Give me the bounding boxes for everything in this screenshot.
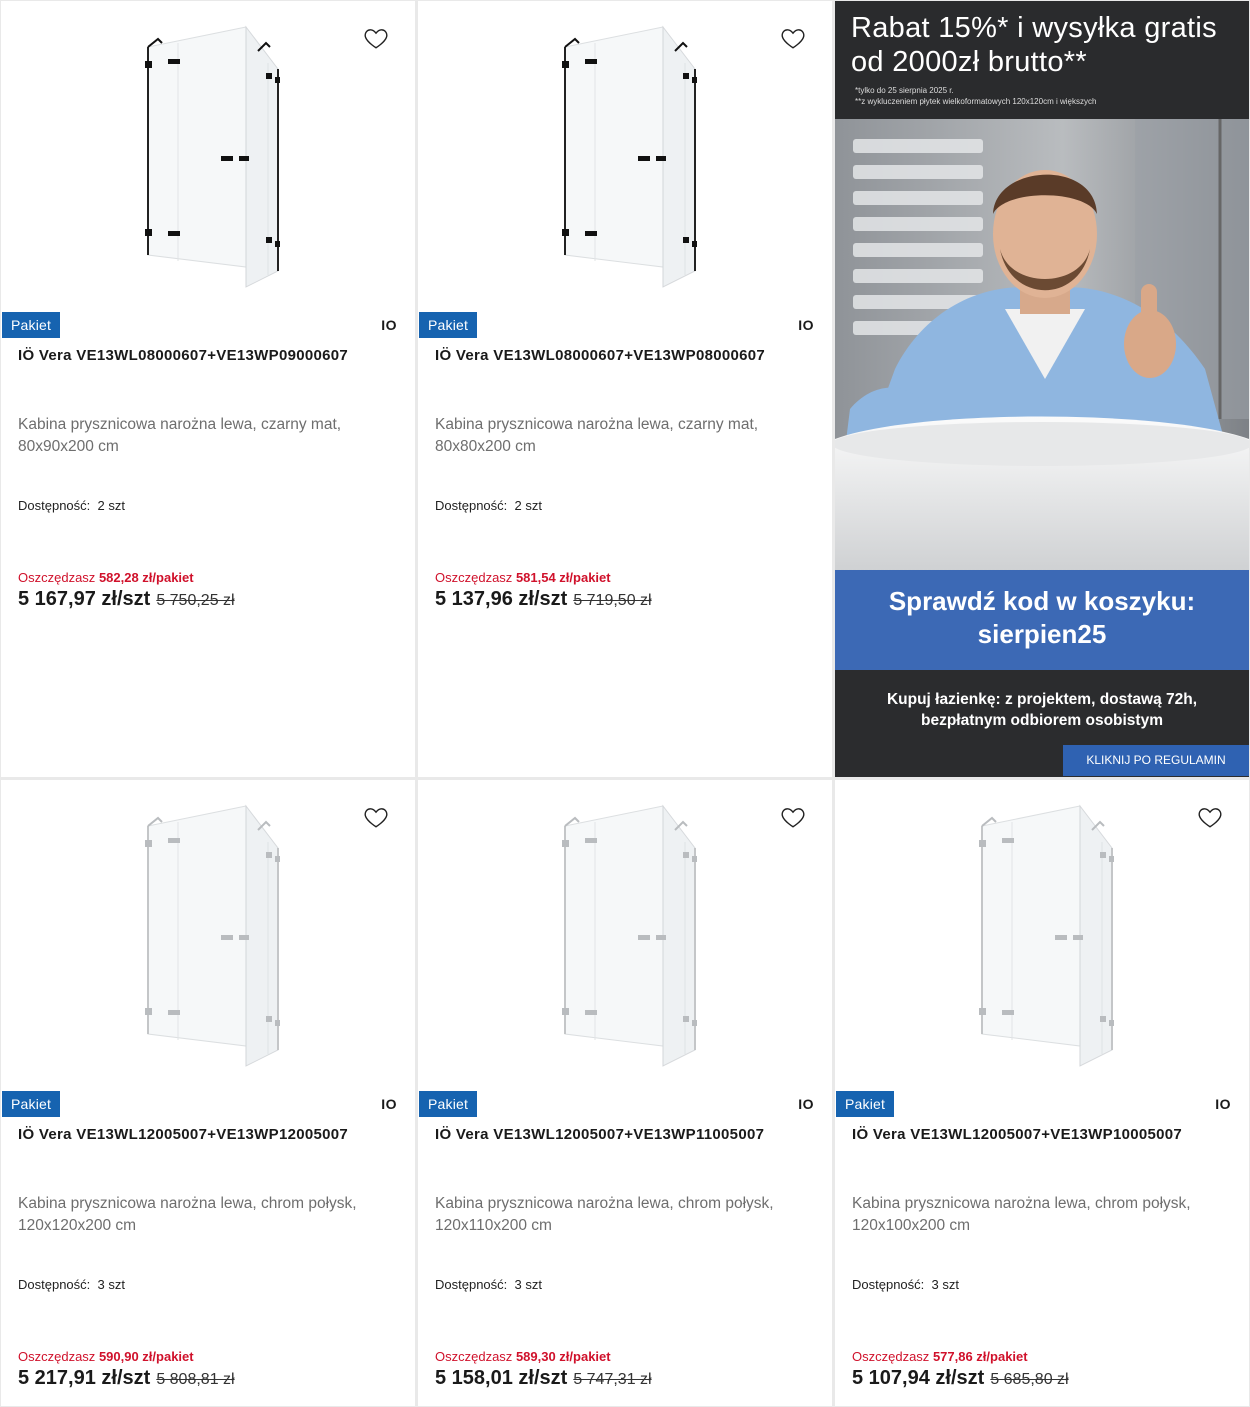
heart-icon[interactable] [1197, 804, 1223, 830]
availability-value: 2 szt [97, 498, 125, 513]
product-title[interactable]: IÖ Vera VE13WL12005007+VE13WP11005007 [435, 1125, 812, 1144]
price: 5 107,94 zł/szt 5 685,80 zł [852, 1367, 1069, 1390]
heart-icon[interactable] [363, 25, 389, 51]
savings: Oszczędzasz 589,30 zł/pakiet [435, 1349, 611, 1364]
current-price: 5 137,96 zł/szt [435, 588, 568, 610]
banner-footer: Kupuj łazienkę: z projektem, dostawą 72h… [835, 670, 1249, 777]
product-card[interactable]: Pakiet IO IÖ Vera VE13WL12005007+VE13WP1… [1, 780, 415, 1406]
savings-value: 590,90 zł/pakiet [98, 1349, 194, 1364]
brand-logo: IO [798, 317, 814, 333]
availability-value: 3 szt [514, 1277, 542, 1292]
heart-icon[interactable] [780, 804, 806, 830]
savings: Oszczędzasz 581,54 zł/pakiet [435, 570, 611, 585]
old-price: 5 747,31 zł [573, 1371, 652, 1388]
product-grid: Pakiet IO IÖ Vera VE13WL08000607+VE13WP0… [0, 0, 1250, 1407]
banner-subline: Kupuj łazienkę: z projektem, dostawą 72h… [886, 691, 1198, 729]
package-badge: Pakiet [836, 1091, 895, 1117]
current-price: 5 217,91 zł/szt [18, 1367, 151, 1389]
current-price: 5 167,97 zł/szt [18, 588, 151, 610]
savings-label: Oszczędzasz [18, 570, 96, 585]
package-badge: Pakiet [419, 312, 478, 338]
availability-value: 2 szt [514, 498, 542, 513]
availability-value: 3 szt [97, 1277, 125, 1292]
product-image[interactable] [1, 1, 415, 306]
old-price: 5 808,81 zł [156, 1371, 235, 1388]
banner-headline: Rabat 15%* i wysyłka gratis od 2000zł br… [851, 12, 1217, 78]
banner-header: Rabat 15%* i wysyłka gratis od 2000zł br… [835, 1, 1249, 119]
availability: Dostępność: 3 szt [852, 1277, 959, 1292]
price: 5 158,01 zł/szt 5 747,31 zł [435, 1367, 652, 1390]
availability-label: Dostępność: [852, 1277, 925, 1292]
product-card[interactable]: Pakiet IO IÖ Vera VE13WL08000607+VE13WP0… [418, 1, 832, 777]
package-badge: Pakiet [2, 1091, 61, 1117]
savings-value: 577,86 zł/pakiet [932, 1349, 1028, 1364]
product-description: Kabina prysznicowa narożna lewa, czarny … [435, 416, 759, 455]
brand-logo: IO [381, 1096, 397, 1112]
product-title[interactable]: IÖ Vera VE13WL08000607+VE13WP09000607 [18, 346, 395, 365]
banner-footnote: *tylko do 25 sierpnia 2025 r. [855, 86, 954, 95]
availability-label: Dostępność: [435, 498, 508, 513]
availability-label: Dostępność: [18, 498, 91, 513]
package-badge: Pakiet [2, 312, 61, 338]
price: 5 167,97 zł/szt 5 750,25 zł [18, 588, 235, 611]
current-price: 5 158,01 zł/szt [435, 1367, 568, 1389]
brand-logo: IO [381, 317, 397, 333]
product-image[interactable] [1, 780, 415, 1085]
savings-label: Oszczędzasz [18, 1349, 96, 1364]
product-description: Kabina prysznicowa narożna lewa, czarny … [18, 416, 342, 455]
product-description: Kabina prysznicowa narożna lewa, chrom p… [18, 1195, 357, 1234]
savings-value: 581,54 zł/pakiet [515, 570, 611, 585]
product-title[interactable]: IÖ Vera VE13WL12005007+VE13WP10005007 [852, 1125, 1229, 1144]
promo-banner[interactable]: Rabat 15%* i wysyłka gratis od 2000zł br… [835, 1, 1249, 777]
product-title[interactable]: IÖ Vera VE13WL08000607+VE13WP08000607 [435, 346, 812, 365]
savings-value: 589,30 zł/pakiet [515, 1349, 611, 1364]
promo-code-band: Sprawdź kod w koszyku: sierpien25 [835, 570, 1249, 670]
old-price: 5 750,25 zł [156, 592, 235, 609]
brand-logo: IO [1215, 1096, 1231, 1112]
availability: Dostępność: 3 szt [18, 1277, 125, 1292]
availability: Dostępność: 2 szt [18, 498, 125, 513]
product-description: Kabina prysznicowa narożna lewa, chrom p… [852, 1195, 1191, 1234]
savings: Oszczędzasz 582,28 zł/pakiet [18, 570, 194, 585]
banner-photo [835, 119, 1249, 571]
promo-code: sierpien25 [977, 619, 1107, 649]
package-badge: Pakiet [419, 1091, 478, 1117]
current-price: 5 107,94 zł/szt [852, 1367, 985, 1389]
product-card[interactable]: Pakiet IO IÖ Vera VE13WL08000607+VE13WP0… [1, 1, 415, 777]
availability-label: Dostępność: [18, 1277, 91, 1292]
old-price: 5 685,80 zł [990, 1371, 1069, 1388]
savings-label: Oszczędzasz [435, 570, 513, 585]
product-card[interactable]: Pakiet IO IÖ Vera VE13WL12005007+VE13WP1… [835, 780, 1249, 1406]
terms-button[interactable]: KLIKNIJ PO REGULAMIN [1063, 745, 1249, 776]
product-title[interactable]: IÖ Vera VE13WL12005007+VE13WP12005007 [18, 1125, 395, 1144]
banner-footnote: **z wykluczeniem płytek wielkoformatowyc… [855, 97, 1097, 106]
old-price: 5 719,50 zł [573, 592, 652, 609]
product-description: Kabina prysznicowa narożna lewa, chrom p… [435, 1195, 774, 1234]
savings-label: Oszczędzasz [435, 1349, 513, 1364]
price: 5 137,96 zł/szt 5 719,50 zł [435, 588, 652, 611]
savings-value: 582,28 zł/pakiet [98, 570, 194, 585]
promo-code-label: Sprawdź kod w koszyku: [888, 586, 1196, 616]
product-card[interactable]: Pakiet IO IÖ Vera VE13WL12005007+VE13WP1… [418, 780, 832, 1406]
product-image[interactable] [418, 780, 832, 1085]
price: 5 217,91 zł/szt 5 808,81 zł [18, 1367, 235, 1390]
heart-icon[interactable] [363, 804, 389, 830]
savings: Oszczędzasz 577,86 zł/pakiet [852, 1349, 1028, 1364]
heart-icon[interactable] [780, 25, 806, 51]
availability-label: Dostępność: [435, 1277, 508, 1292]
availability: Dostępność: 2 szt [435, 498, 542, 513]
product-image[interactable] [418, 1, 832, 306]
availability: Dostępność: 3 szt [435, 1277, 542, 1292]
brand-logo: IO [798, 1096, 814, 1112]
product-image[interactable] [835, 780, 1249, 1085]
savings-label: Oszczędzasz [852, 1349, 930, 1364]
savings: Oszczędzasz 590,90 zł/pakiet [18, 1349, 194, 1364]
availability-value: 3 szt [931, 1277, 959, 1292]
